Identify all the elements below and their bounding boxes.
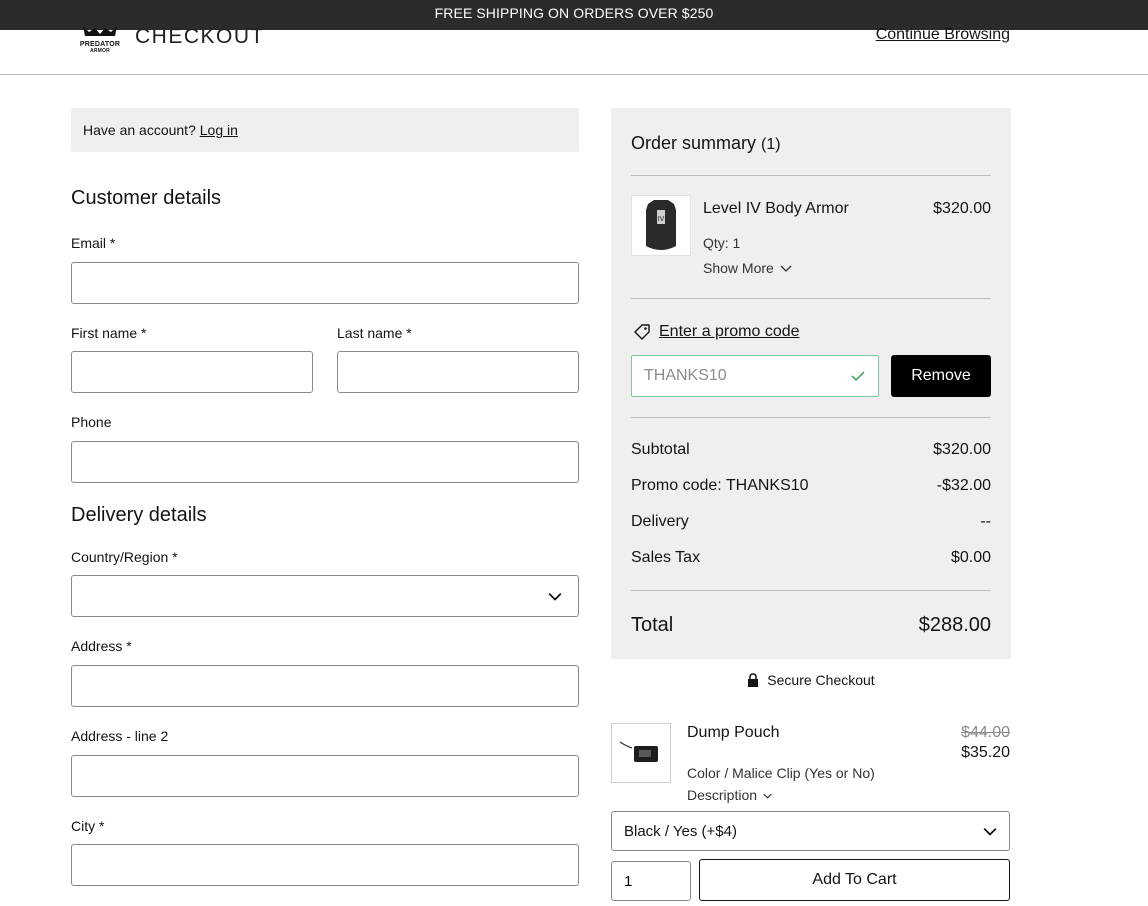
logo-word-armor: ARMOR [90,48,110,54]
upsell-variant-select[interactable]: Black / Yes (+$4) [611,811,1010,851]
phone-field[interactable] [71,441,579,483]
sales-tax-label: Sales Tax [631,549,701,566]
upsell-description-label: Description [687,787,758,803]
phone-label: Phone [71,414,112,430]
sales-tax-row: Sales Tax $0.00 [631,549,991,567]
customer-details-title: Customer details [71,187,222,209]
address-label: Address * [71,638,132,654]
brand-logo-text: PREDATOR ARMOR [71,41,129,55]
chevron-down-icon [983,828,997,836]
page-title: CHECKOUT [135,25,265,48]
divider [631,298,991,299]
checkmark-icon [851,371,865,382]
chevron-down-icon [548,593,562,601]
body-armor-plate-icon: IV [646,200,676,250]
chevron-down-icon [780,265,792,272]
login-link[interactable]: Log in [200,122,238,138]
header: PREDATOR ARMOR CHECKOUT Continue Browsin… [0,25,1148,75]
secure-checkout-label: Secure Checkout [767,672,875,688]
delivery-label: Delivery [631,513,689,530]
promo-code-value: THANKS10 [644,367,727,384]
upsell-name[interactable]: Dump Pouch [687,724,780,742]
continue-browsing-link[interactable]: Continue Browsing [876,26,1010,44]
subtotal-row: Subtotal $320.00 [631,441,991,459]
subtotal-label: Subtotal [631,441,690,458]
address-field[interactable] [71,665,579,707]
remove-promo-button[interactable]: Remove [891,355,991,397]
country-select[interactable] [71,575,579,617]
promo-code-link-label: Enter a promo code [659,323,800,340]
order-summary-label: Order summary [631,133,757,153]
product-price: $320.00 [933,200,991,217]
order-summary-count: (1) [761,136,781,153]
account-prompt: Have an account? [83,122,196,138]
promo-code-input[interactable]: THANKS10 [631,355,879,397]
promo-discount-row: Promo code: THANKS10 -$32.00 [631,477,991,495]
address-line2-label: Address - line 2 [71,728,169,744]
upsell-sale-price: $35.20 [961,744,1010,761]
logo-word-predator: PREDATOR [79,41,121,48]
add-to-cart-button[interactable]: Add To Cart [699,859,1010,901]
country-label: Country/Region * [71,549,178,565]
last-name-label: Last name * [337,325,412,341]
delivery-value: -- [980,513,991,530]
promo-code-link[interactable]: Enter a promo code [633,323,800,341]
account-login-box: Have an account? Log in [71,108,579,152]
product-qty: Qty: 1 [703,235,741,251]
divider [631,417,991,418]
tag-icon [634,324,650,340]
order-summary-title: Order summary (1) [631,133,781,154]
upsell-variant-value: Black / Yes (+$4) [624,822,737,840]
last-name-field[interactable] [337,351,579,393]
upsell-quantity-input[interactable] [611,861,691,901]
email-label: Email * [71,235,116,251]
delivery-row: Delivery -- [631,513,991,531]
divider [631,590,991,591]
show-more-label: Show More [703,260,774,276]
email-field[interactable] [71,262,579,304]
chevron-down-icon [763,793,772,799]
lock-icon [748,673,759,687]
product-thumbnail: IV [631,195,691,256]
first-name-field[interactable] [71,351,313,393]
product-name: Level IV Body Armor [703,200,849,217]
subtotal-value: $320.00 [933,441,991,458]
promo-discount-label: Promo code: THANKS10 [631,477,809,494]
city-label: City * [71,818,105,834]
upsell-thumbnail[interactable] [611,723,671,783]
total-label: Total [631,614,674,636]
upsell-original-price: $44.00 [961,724,1010,741]
promo-discount-value: -$32.00 [936,477,991,494]
order-summary-panel: Order summary (1) IV Level IV Body Armor… [611,108,1011,659]
city-field[interactable] [71,844,579,886]
dump-pouch-icon [619,741,658,762]
sales-tax-value: $0.00 [950,549,991,566]
first-name-label: First name * [71,325,147,341]
svg-text:IV: IV [658,216,665,223]
upsell-description-toggle[interactable]: Description [687,787,772,803]
show-more-toggle[interactable]: Show More [703,260,792,276]
secure-checkout-note: Secure Checkout [611,672,1011,688]
address-line2-field[interactable] [71,755,579,797]
upsell-option-label: Color / Malice Clip (Yes or No) [687,765,875,781]
total-value: $288.00 [918,614,991,636]
delivery-details-title: Delivery details [71,504,207,526]
divider [631,175,991,176]
total-row: Total $288.00 [631,614,991,637]
